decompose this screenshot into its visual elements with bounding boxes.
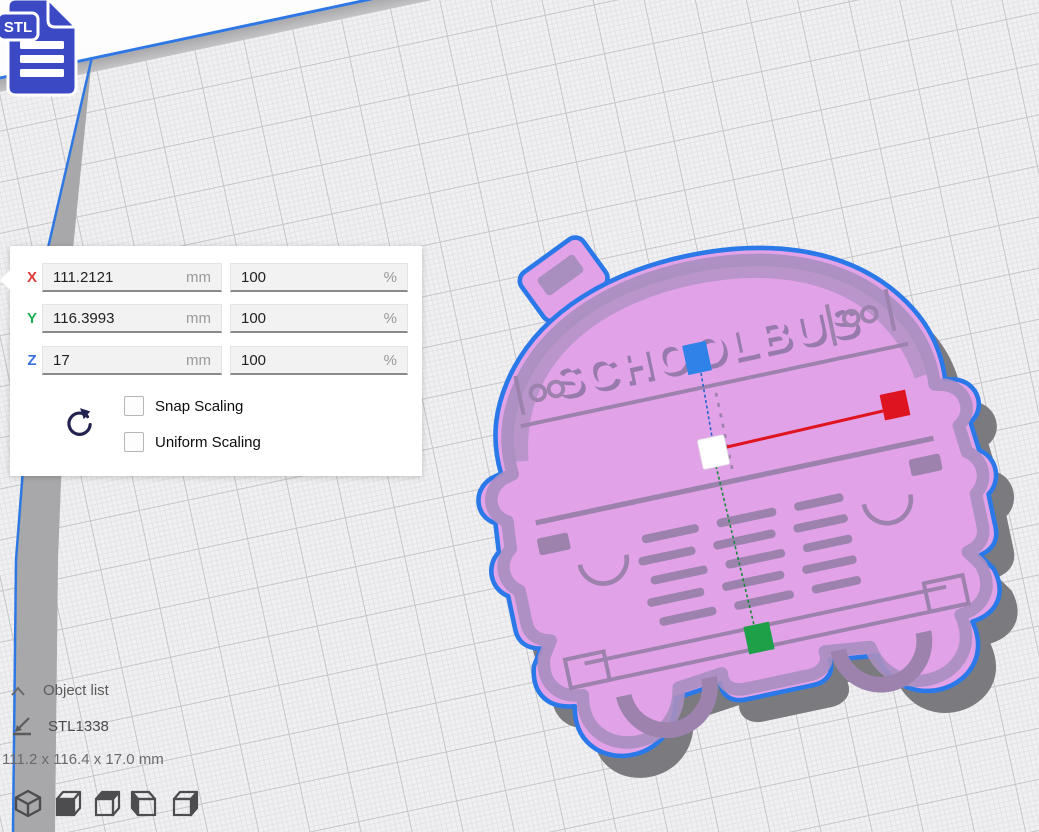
view-right-cube-icon[interactable] xyxy=(169,788,199,818)
z-percent-value: 100 xyxy=(241,352,384,369)
z-size-unit: mm xyxy=(186,352,211,369)
scale-handle-center[interactable] xyxy=(697,435,730,470)
x-percent-unit: % xyxy=(384,269,397,286)
y-size-input[interactable]: 116.3993 mm xyxy=(42,304,222,333)
stl-file-icon: STL xyxy=(0,0,98,101)
y-percent-value: 100 xyxy=(241,310,384,327)
view-orientation-buttons xyxy=(13,788,199,818)
view-3d-cube-icon[interactable] xyxy=(13,788,43,818)
object-dimensions: 111.2 x 116.4 x 17.0 mm xyxy=(2,751,164,768)
stl-badge-label: STL xyxy=(4,19,32,36)
uniform-scaling-label: Uniform Scaling xyxy=(155,434,261,451)
snap-scaling-checkbox[interactable] xyxy=(124,396,144,416)
z-size-value: 17 xyxy=(53,352,186,369)
snap-scaling-row[interactable]: Snap Scaling xyxy=(124,396,243,416)
z-axis-label: Z xyxy=(22,352,42,369)
x-size-value: 111.2121 xyxy=(53,269,186,286)
snap-scaling-label: Snap Scaling xyxy=(155,398,243,415)
object-list-toggle[interactable]: Object list xyxy=(10,682,109,699)
x-percent-input[interactable]: 100 % xyxy=(230,263,408,292)
chevron-up-icon xyxy=(10,685,26,697)
z-percent-input[interactable]: 100 % xyxy=(230,346,408,375)
z-percent-unit: % xyxy=(384,352,397,369)
reset-scale-button[interactable] xyxy=(62,404,96,442)
y-percent-input[interactable]: 100 % xyxy=(230,304,408,333)
panel-pointer-arrow xyxy=(0,270,10,290)
object-list-item[interactable]: STL1338 xyxy=(10,714,109,738)
view-top-cube-icon[interactable] xyxy=(91,788,121,818)
scale-handle-right[interactable] xyxy=(880,390,911,421)
object-name: STL1338 xyxy=(48,718,109,735)
model-schoolbus-mold[interactable]: SCHOOLBUS SCHOOLBUS xyxy=(426,185,1038,776)
view-left-cube-icon[interactable] xyxy=(130,788,160,818)
x-size-input[interactable]: 111.2121 mm xyxy=(42,263,222,292)
y-size-value: 116.3993 xyxy=(53,310,186,327)
3d-viewport: SCHOOLBUS SCHOOLBUS xyxy=(420,185,1039,805)
uniform-scaling-checkbox[interactable] xyxy=(124,432,144,452)
scale-tool-panel: X 111.2121 mm 100 % Y 116.3993 mm 100 % … xyxy=(10,246,422,476)
cura-viewport-window: SCHOOLBUS SCHOOLBUS xyxy=(0,0,1039,832)
y-size-unit: mm xyxy=(186,310,211,327)
x-axis-label: X xyxy=(22,269,42,286)
x-size-unit: mm xyxy=(186,269,211,286)
object-list-title: Object list xyxy=(43,682,109,699)
lay-flat-arrow-icon xyxy=(10,714,34,738)
y-percent-unit: % xyxy=(384,310,397,327)
uniform-scaling-row[interactable]: Uniform Scaling xyxy=(124,432,261,452)
x-percent-value: 100 xyxy=(241,269,384,286)
view-front-cube-icon[interactable] xyxy=(52,788,82,818)
z-size-input[interactable]: 17 mm xyxy=(42,346,222,375)
folded-corner-icon xyxy=(48,0,76,27)
y-axis-label: Y xyxy=(22,310,42,327)
